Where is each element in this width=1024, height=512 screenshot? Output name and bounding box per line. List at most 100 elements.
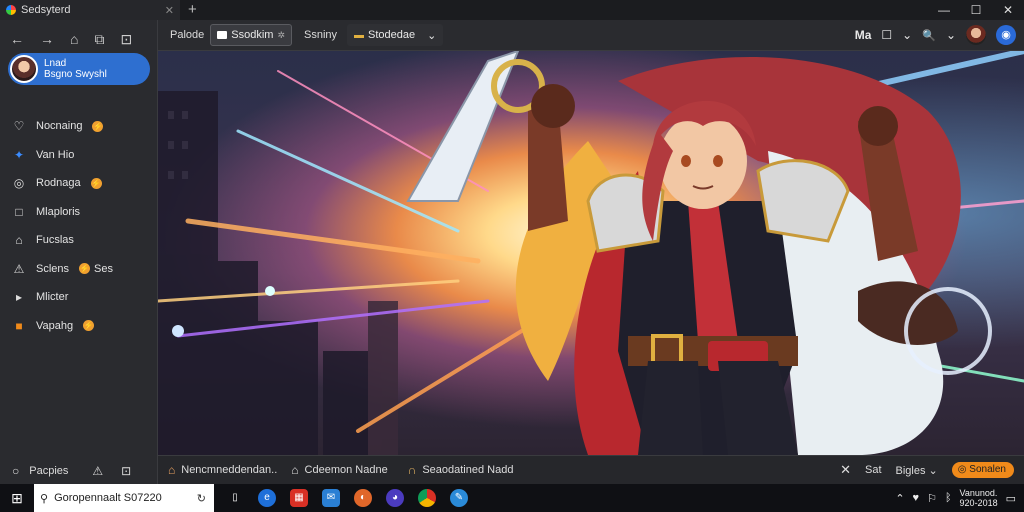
status-item-1[interactable]: ⌂ Nencmneddendan.. — [158, 463, 277, 477]
warning-icon: ⚠ — [13, 261, 25, 276]
new-tab-button[interactable]: + — [188, 0, 197, 20]
minimize-button[interactable]: — — [928, 3, 960, 17]
alert-icon[interactable]: ⚠ — [92, 464, 103, 478]
anime-artwork — [158, 51, 1024, 455]
clock-date: 920-2018 — [959, 498, 998, 508]
search-icon[interactable]: 🔍 — [922, 29, 936, 42]
circle-icon[interactable]: ○ — [12, 464, 19, 478]
sidebar-item-mlicter[interactable]: ▸ Mlicter — [0, 283, 158, 312]
house-icon: ⌂ — [15, 233, 23, 248]
sidebar-item-fucslas[interactable]: ⌂ Fucslas — [0, 226, 158, 255]
notification-badge: ⚡ — [79, 263, 91, 275]
tabs-icon[interactable]: ⧉ — [94, 31, 104, 48]
chrome-app-icon[interactable] — [418, 489, 436, 507]
tab-title: Sedsyterd — [21, 4, 71, 16]
close-window-button[interactable]: ✕ — [992, 3, 1024, 17]
bluetooth-icon[interactable]: ᛒ — [945, 492, 952, 504]
forward-icon[interactable]: → — [40, 31, 54, 47]
status-item-label: Cdeemon Nadne — [304, 464, 388, 476]
play-icon: ▸ — [15, 290, 23, 305]
chevron-up-icon[interactable]: ⌃ — [895, 492, 904, 505]
title-bar: Sedsyterd ✕ + — ☐ ✕ — [0, 0, 1024, 20]
health-icon[interactable]: ♥ — [913, 492, 920, 504]
status-item-3[interactable]: ∩ Seaodatined Nadd — [388, 463, 514, 477]
sidebar-item-van-hio[interactable]: ✦ Van Hio — [0, 141, 158, 170]
globe-icon[interactable]: ◉ — [996, 25, 1016, 45]
profile-subtitle: Bsgno Swyshl — [44, 69, 107, 80]
sidebar-footer-label[interactable]: Pacpies — [29, 465, 68, 477]
notification-icon[interactable]: ▭ — [1006, 492, 1016, 505]
chevron-down-icon: ⌄ — [427, 29, 437, 42]
profile-name: Lnad — [44, 58, 67, 69]
toolbar-stodedae-label: Stodedae — [368, 29, 416, 41]
status-item-label: Seaodatined Nadd — [422, 464, 514, 476]
house-icon: ⌂ — [291, 463, 299, 477]
clock[interactable]: Vanunod. 920-2018 — [960, 488, 998, 508]
search-input[interactable]: Goropennaalt S07220 — [54, 492, 162, 504]
taskbar: ⊞ ⚲ Goropennaalt S07220 ↻ ▯ e ▦ ✉ ◐ ◕ ✎ … — [0, 484, 1024, 512]
taskbar-search[interactable]: ⚲ Goropennaalt S07220 ↻ — [34, 484, 214, 512]
toolbar-right: Ma ☐ ⌄ 🔍 ⌄ ◉ — [855, 25, 1024, 45]
search-icon: ⚲ — [40, 492, 49, 505]
task-view-icon[interactable]: ▯ — [226, 489, 244, 507]
sidebar-item-sclens[interactable]: ⚠ Sclens ⚡ Ses — [0, 255, 158, 284]
panel-icon[interactable]: ⊡ — [121, 464, 131, 478]
windows-start-icon[interactable]: ⊞ — [0, 490, 34, 507]
toolbar-palode-button[interactable]: Palode — [164, 24, 210, 46]
browser-tab[interactable]: Sedsyterd ✕ — [0, 0, 180, 20]
image-viewer — [158, 51, 1024, 455]
store-app-icon[interactable]: ▦ — [290, 489, 308, 507]
notification-badge: ⚡ — [92, 120, 104, 132]
user-avatar[interactable] — [966, 25, 986, 45]
home-icon[interactable]: ⌂ — [70, 31, 78, 47]
sidebar-item-label: Rodnaga — [36, 177, 81, 190]
taskbar-apps: ▯ e ▦ ✉ ◐ ◕ ✎ — [226, 489, 468, 507]
profile-card[interactable]: Lnad Bsgno Swyshl — [8, 53, 150, 85]
app-logo-icon — [6, 5, 16, 15]
status-right: ✕ Sat Bigles ⌄ ◎ Sonalen — [840, 462, 1024, 478]
toolbar-stodedae-dropdown[interactable]: ▬ Stodedae ⌄ — [347, 24, 444, 46]
tab-close-icon[interactable]: ✕ — [165, 4, 174, 17]
firefox-app-icon[interactable]: ◐ — [354, 489, 372, 507]
window-icon — [217, 31, 228, 39]
sidebar-menu: ♡ Nocnaing ⚡ ✦ Van Hio ◎ Rodnaga ⚡ □ Mla… — [0, 112, 158, 340]
window-icon[interactable]: ⊡ — [120, 31, 132, 48]
flag-icon[interactable]: ⚐ — [927, 492, 937, 505]
chevron-down-icon[interactable]: ⌄ — [946, 28, 956, 42]
sidebar-item-rodnaga[interactable]: ◎ Rodnaga ⚡ — [0, 169, 158, 198]
status-item-2[interactable]: ⌂ Cdeemon Nadne — [277, 463, 387, 477]
toolbar-ssniny-button[interactable]: Ssniny — [298, 24, 343, 46]
refresh-icon[interactable]: ↻ — [197, 492, 206, 505]
page-icon[interactable]: ☐ — [881, 28, 892, 42]
toolbar-ssodkim-tab[interactable]: Ssodkim ✲ — [210, 24, 292, 46]
sidebar-item-mlaploris[interactable]: □ Mlaploris — [0, 198, 158, 227]
maximize-button[interactable]: ☐ — [960, 3, 992, 17]
sidebar-item-label: Mlicter — [36, 291, 69, 304]
status-item-label: Nencmneddendan.. — [181, 464, 278, 476]
back-icon[interactable]: ← — [10, 31, 24, 47]
settings-icon: ✲ — [277, 29, 285, 40]
avatar — [10, 55, 38, 83]
sidebar-item-vapahg[interactable]: ■ Vapahg ⚡ — [0, 312, 158, 341]
sat-button[interactable]: Sat — [865, 464, 882, 476]
nav-row: ← → ⌂ ⧉ ⊡ — [0, 20, 157, 50]
heart-icon: ♡ — [13, 119, 25, 134]
sonalen-button[interactable]: ◎ Sonalen — [951, 462, 1014, 478]
chevron-down-icon[interactable]: ⌄ — [902, 28, 912, 42]
sidebar-item-label: Mlaploris — [36, 205, 81, 218]
sidebar-item-label: Vapahg — [36, 319, 74, 332]
sidebar-item-nocnaing[interactable]: ♡ Nocnaing ⚡ — [0, 112, 158, 141]
system-tray: ⌃ ♥ ⚐ ᛒ Vanunod. 920-2018 ▭ — [895, 488, 1024, 508]
toolbar-ma-button[interactable]: Ma — [855, 28, 872, 42]
mail-app-icon[interactable]: ✉ — [322, 489, 340, 507]
bigles-dropdown[interactable]: Bigles ⌄ — [896, 464, 938, 477]
close-icon[interactable]: ✕ — [840, 462, 851, 478]
clock-time: Vanunod. — [959, 488, 998, 498]
folder-icon: ▬ — [354, 29, 365, 41]
discord-app-icon[interactable]: ◕ — [386, 489, 404, 507]
twitter-app-icon[interactable]: ✎ — [450, 489, 468, 507]
square-icon: □ — [15, 204, 23, 219]
edge-app-icon[interactable]: e — [258, 489, 276, 507]
sidebar: ← → ⌂ ⧉ ⊡ Lnad Bsgno Swyshl ♡ Nocnaing ⚡… — [0, 20, 158, 484]
toolbar: Palode Ssodkim ✲ Ssniny ▬ Stodedae ⌄ Ma … — [158, 20, 1024, 51]
